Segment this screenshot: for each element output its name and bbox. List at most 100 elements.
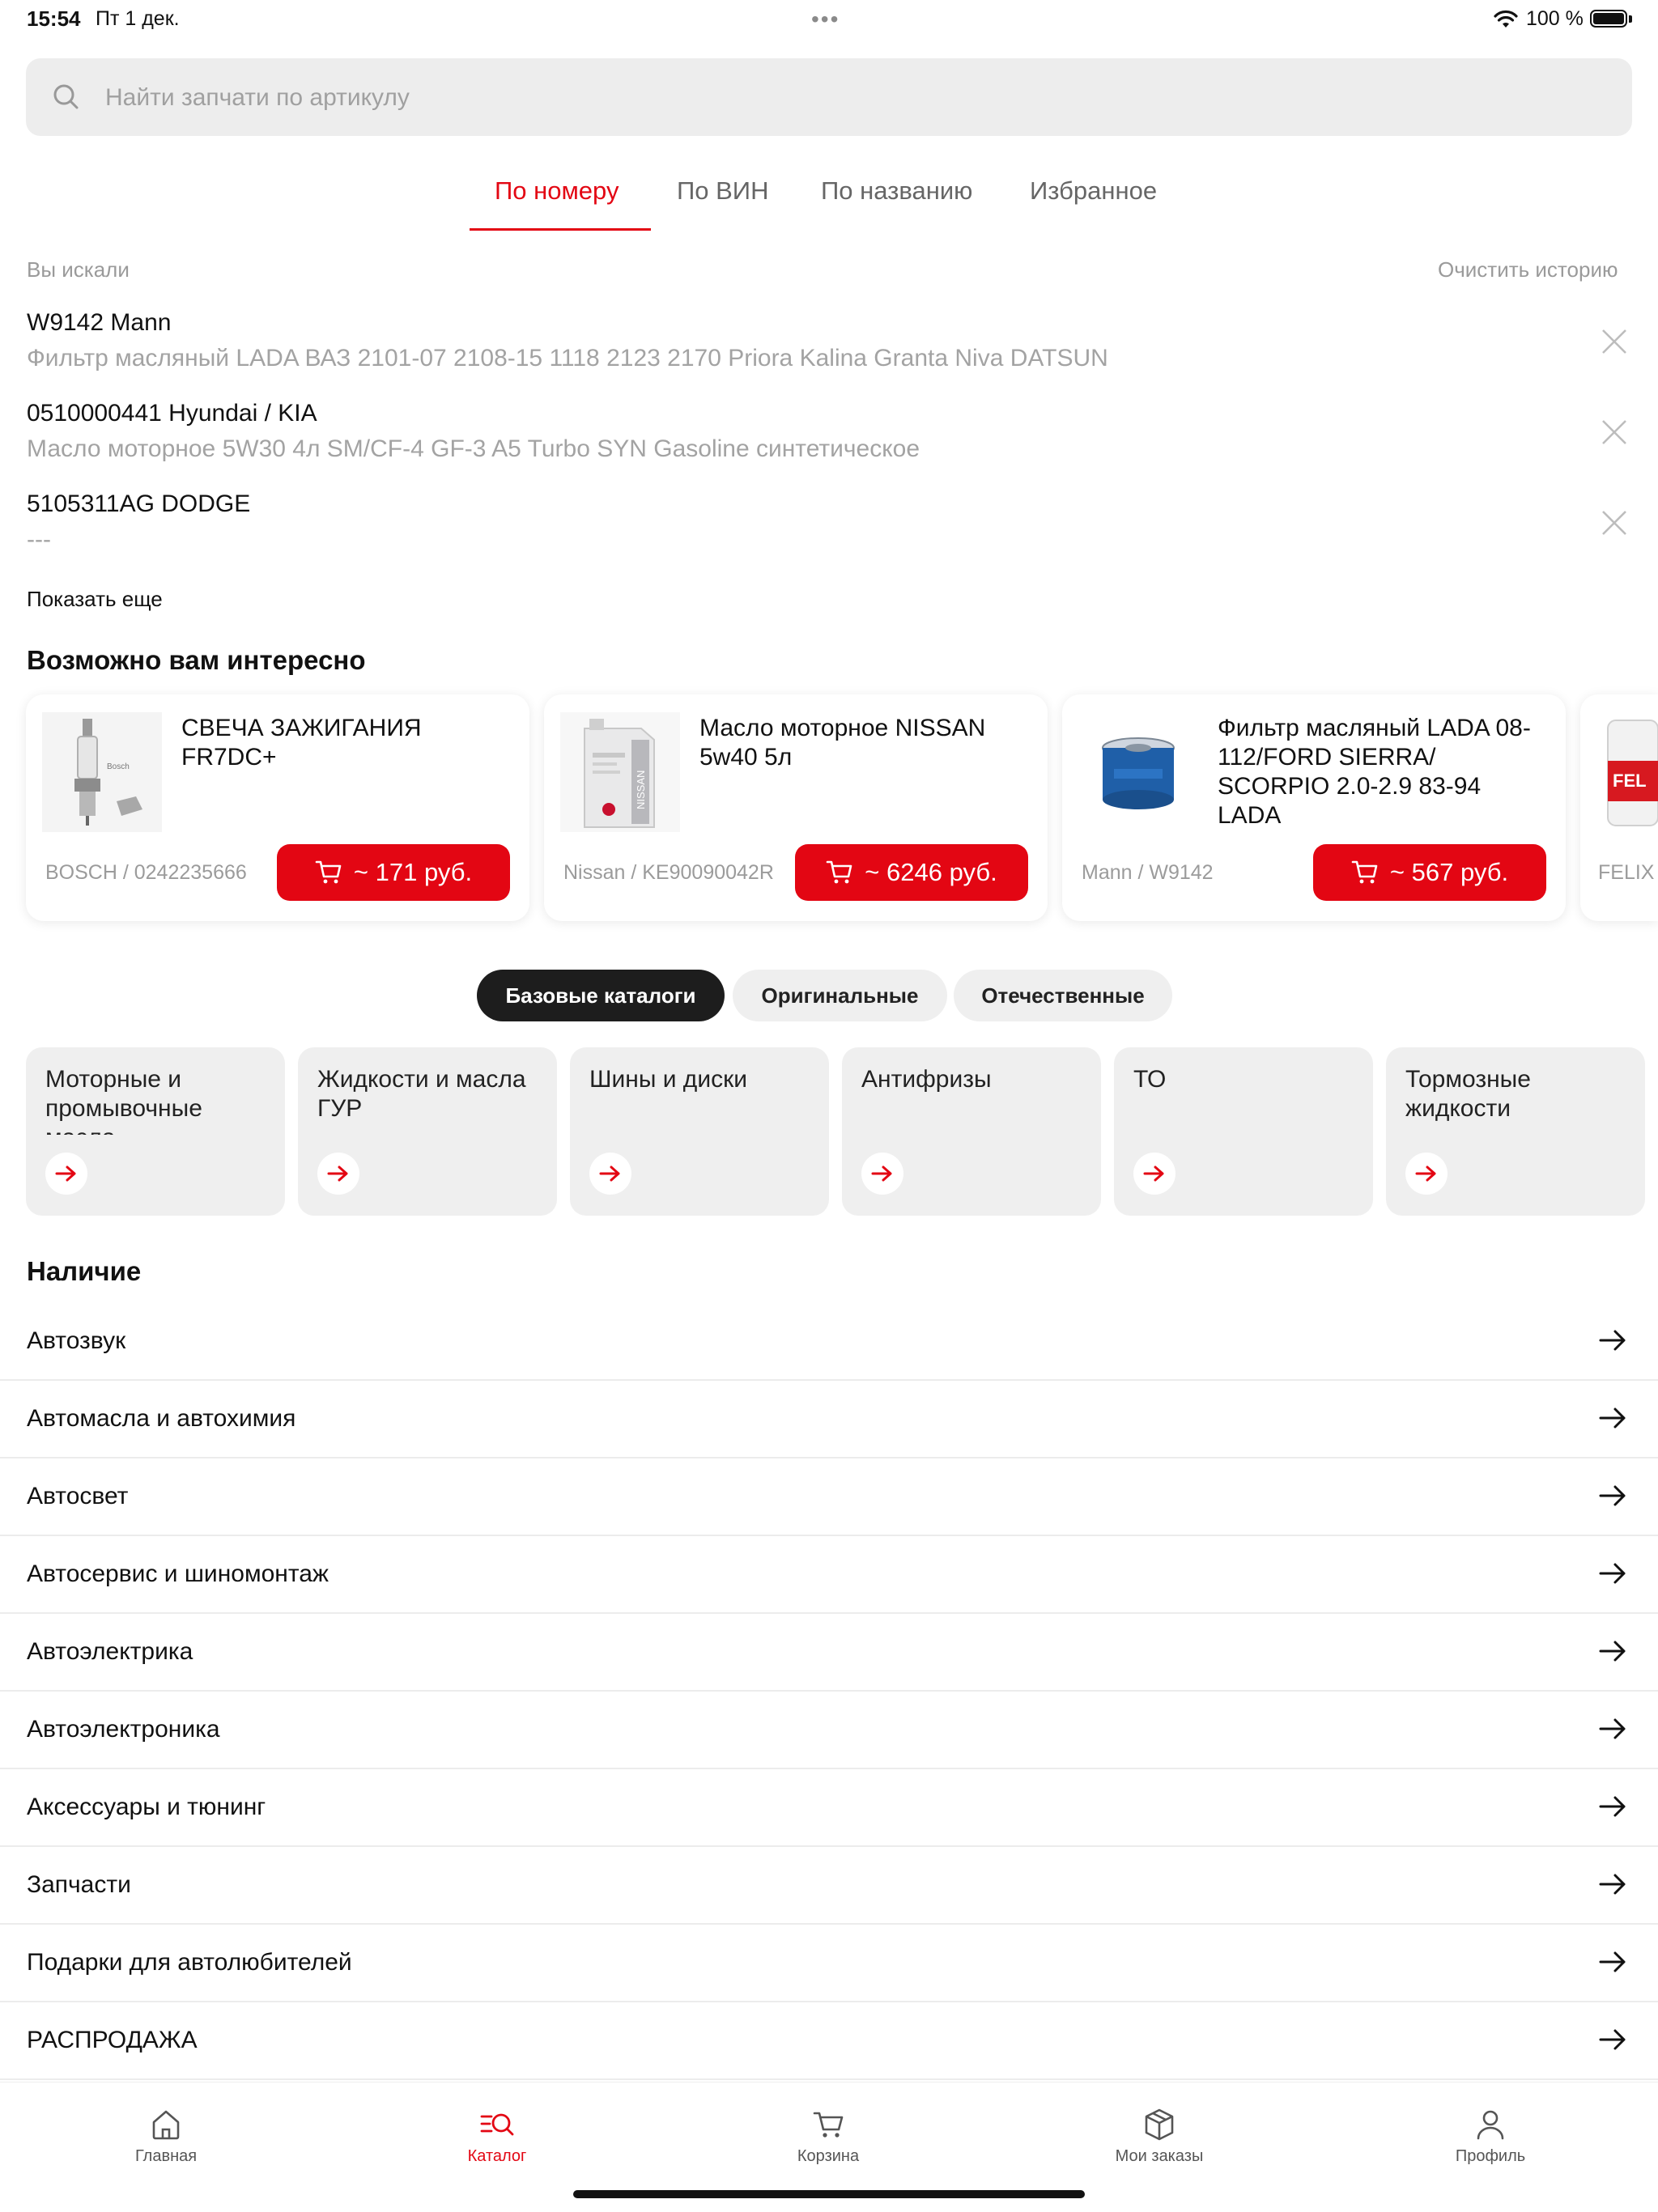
list-item[interactable]: Автосервис и шиномонтаж	[0, 1536, 1658, 1614]
product-card[interactable]: Фильтр масляный LADA 08-112/FORD SIERRA/…	[1062, 694, 1566, 921]
remove-history-icon[interactable]	[1600, 327, 1629, 356]
oil-canister-image: NISSAN	[560, 712, 680, 832]
catalog-tile-label: Жидкости и масла ГУР	[317, 1066, 526, 1122]
show-more-link[interactable]: Показать еще	[27, 587, 163, 612]
arrow-right-icon	[45, 1153, 87, 1195]
cart-icon	[826, 860, 852, 884]
nav-home-label: Главная	[134, 2147, 198, 2165]
history-item-title: 0510000441 Hyundai / KIA	[27, 400, 317, 427]
add-to-cart-button[interactable]: ~ 171 руб.	[277, 844, 510, 901]
product-card[interactable]: FEL FELIX	[1580, 694, 1658, 921]
product-price: ~ 6246 руб.	[865, 858, 997, 886]
nav-profile-label: Профиль	[1455, 2147, 1526, 2165]
oil-filter-image	[1102, 737, 1175, 809]
svg-text:Bosch: Bosch	[107, 762, 130, 771]
status-date: Пт 1 дек.	[96, 7, 180, 30]
remove-history-icon[interactable]	[1600, 508, 1629, 537]
active-tab-indicator	[470, 228, 651, 231]
status-time: 15:54	[27, 6, 81, 31]
arrow-right-icon	[861, 1153, 903, 1195]
catalog-tile[interactable]: Моторные и промывочные масла	[26, 1047, 285, 1216]
status-bar: 15:54 Пт 1 дек. ••• 100 %	[0, 0, 1658, 42]
arrow-right-icon	[589, 1153, 631, 1195]
arrow-right-icon	[1599, 1407, 1626, 1429]
catalog-tile-label: Антифризы	[861, 1066, 992, 1093]
search-icon	[53, 84, 79, 109]
product-price: ~ 567 руб.	[1389, 858, 1509, 886]
arrow-right-icon	[317, 1153, 359, 1195]
list-item[interactable]: Автосвет	[0, 1458, 1658, 1536]
list-item-label: Автосвет	[27, 1483, 129, 1509]
product-code: FELIX	[1598, 861, 1655, 884]
add-to-cart-button[interactable]: ~ 567 руб.	[1313, 844, 1546, 901]
list-item-label: Аксессуары и тюнинг	[27, 1794, 266, 1820]
list-item[interactable]: Автозвук	[0, 1303, 1658, 1381]
list-item-label: Автоэлектрика	[27, 1638, 193, 1665]
arrow-right-icon	[1405, 1153, 1448, 1195]
home-indicator[interactable]	[573, 2190, 1085, 2198]
list-item[interactable]: Автоэлектроника	[0, 1692, 1658, 1769]
list-item-label: Автосервис и шиномонтаж	[27, 1560, 329, 1587]
product-name: СВЕЧА ЗАЖИГАНИЯ FR7DC+	[181, 715, 422, 771]
nav-cart[interactable]: Корзина	[747, 2107, 909, 2166]
history-item-subtitle: Фильтр масляный LADA ВАЗ 2101-07 2108-15…	[27, 345, 1108, 371]
pill-original[interactable]: Оригинальные	[733, 970, 947, 1021]
arrow-right-icon	[1599, 1485, 1626, 1506]
product-card[interactable]: Bosch СВЕЧА ЗАЖИГАНИЯ FR7DC+ BOSCH / 024…	[26, 694, 529, 921]
add-to-cart-button[interactable]: ~ 6246 руб.	[795, 844, 1028, 901]
history-item-title: 5105311AG DODGE	[27, 490, 251, 517]
list-item[interactable]: Автомасла и автохимия	[0, 1381, 1658, 1458]
tab-by-number[interactable]: По номеру	[495, 176, 619, 206]
nav-catalog[interactable]: Каталог	[416, 2107, 578, 2166]
history-label: Вы искали	[27, 257, 130, 282]
nav-orders-label: Мои заказы	[1115, 2147, 1204, 2165]
list-item-label: Автоэлектроника	[27, 1716, 220, 1743]
battery-percent: 100 %	[1526, 7, 1584, 30]
arrow-right-icon	[1599, 1951, 1626, 1972]
wifi-icon	[1494, 10, 1518, 28]
remove-history-icon[interactable]	[1600, 418, 1629, 447]
catalog-tile[interactable]: Жидкости и масла ГУР	[298, 1047, 557, 1216]
catalog-tile[interactable]: Тормозные жидкости	[1386, 1047, 1645, 1216]
tab-by-name[interactable]: По названию	[821, 176, 972, 206]
recommend-title: Возможно вам интересно	[27, 645, 366, 675]
list-item[interactable]: Аксессуары и тюнинг	[0, 1769, 1658, 1847]
list-item[interactable]: Автоэлектрика	[0, 1614, 1658, 1692]
product-name: Масло моторное NISSAN 5w40 5л	[699, 715, 986, 771]
user-icon	[1477, 2110, 1504, 2140]
product-card[interactable]: NISSAN Масло моторное NISSAN 5w40 5л Nis…	[544, 694, 1048, 921]
catalog-tile[interactable]: Шины и диски	[570, 1047, 829, 1216]
search-bar[interactable]	[26, 58, 1632, 136]
catalog-tile[interactable]: ТО	[1114, 1047, 1373, 1216]
arrow-right-icon	[1133, 1153, 1175, 1195]
history-item-subtitle: ---	[27, 526, 51, 553]
multitasking-dots-icon[interactable]: •••	[811, 6, 840, 32]
product-name: Фильтр масляный LADA 08-112/FORD SIERRA/…	[1218, 715, 1531, 829]
nav-orders[interactable]: Мои заказы	[1078, 2107, 1240, 2166]
nav-home[interactable]: Главная	[85, 2107, 247, 2166]
package-icon	[1145, 2108, 1174, 2141]
svg-text:FEL: FEL	[1613, 771, 1647, 791]
list-item[interactable]: РАСПРОДАЖА	[0, 2002, 1658, 2080]
pill-base-catalogs[interactable]: Базовые каталоги	[477, 970, 725, 1021]
nav-profile[interactable]: Профиль	[1409, 2107, 1571, 2166]
arrow-right-icon	[1599, 1874, 1626, 1895]
catalog-tile-label: Тормозные жидкости	[1405, 1066, 1531, 1122]
list-item[interactable]: Запчасти	[0, 1847, 1658, 1925]
catalog-tile[interactable]: Антифризы	[842, 1047, 1101, 1216]
fluid-bottle-image: FEL	[1607, 720, 1658, 826]
svg-text:NISSAN: NISSAN	[635, 771, 647, 809]
catalog-tile-label: Моторные и промывочные масла	[45, 1066, 202, 1135]
arrow-right-icon	[1599, 1563, 1626, 1584]
product-price: ~ 171 руб.	[353, 858, 473, 886]
home-icon	[152, 2110, 180, 2140]
clear-history-button[interactable]: Очистить историю	[1438, 257, 1618, 282]
list-item[interactable]: Подарки для автолюбителей	[0, 1925, 1658, 2002]
tab-by-vin[interactable]: По ВИН	[677, 176, 768, 206]
product-code: BOSCH / 0242235666	[45, 861, 247, 884]
tab-favorites[interactable]: Избранное	[1030, 176, 1157, 206]
arrow-right-icon	[1599, 1718, 1626, 1739]
search-input[interactable]	[104, 74, 1605, 121]
pill-domestic[interactable]: Отечественные	[954, 970, 1172, 1021]
arrow-right-icon	[1599, 2029, 1626, 2050]
